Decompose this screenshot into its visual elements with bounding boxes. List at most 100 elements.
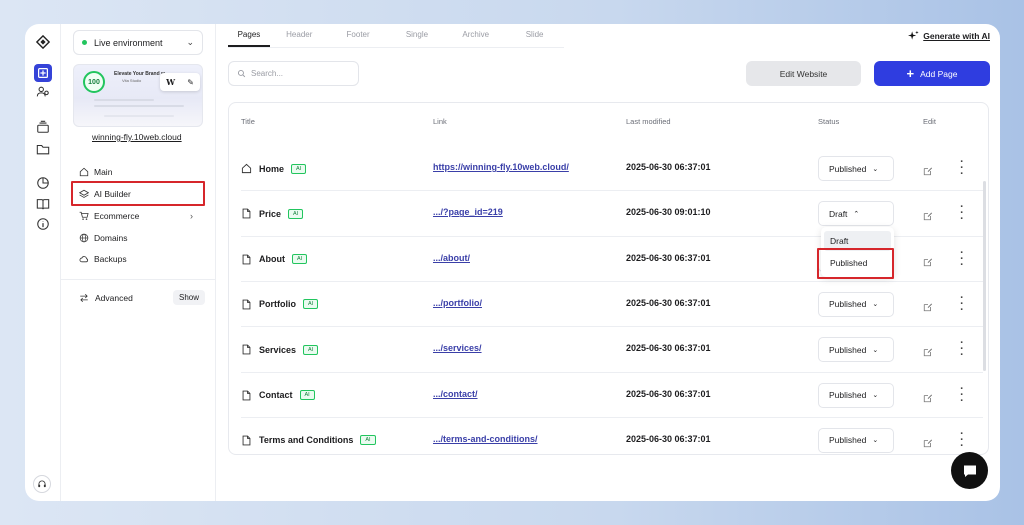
stack-icon[interactable] bbox=[34, 118, 52, 136]
page-title: Price bbox=[259, 208, 282, 219]
tab-archive[interactable]: Archive bbox=[446, 24, 505, 47]
advanced-row: Advanced Show bbox=[79, 289, 205, 306]
thumbnail-tools: W ✎ bbox=[160, 73, 200, 91]
page-link[interactable]: .../terms-and-conditions/ bbox=[433, 434, 538, 444]
status-select[interactable]: Published ⌄ bbox=[818, 382, 894, 408]
edit-icon[interactable] bbox=[923, 299, 933, 312]
status-select[interactable]: Draft ⌃ bbox=[818, 201, 894, 227]
analytics-icon[interactable] bbox=[34, 174, 52, 192]
column-header-status: Status bbox=[818, 117, 840, 126]
page-link[interactable]: .../contact/ bbox=[433, 389, 478, 399]
ai-badge: AI bbox=[288, 208, 304, 219]
page-link[interactable]: .../?page_id=219 bbox=[433, 207, 503, 217]
info-icon[interactable] bbox=[34, 215, 52, 233]
search-placeholder: Search... bbox=[251, 69, 284, 78]
page-icon bbox=[241, 208, 259, 219]
tenweb-logo-icon[interactable] bbox=[34, 33, 52, 51]
book-icon[interactable] bbox=[34, 195, 52, 213]
row-title[interactable]: Home AI bbox=[241, 146, 307, 191]
page-link[interactable]: .../services/ bbox=[433, 343, 482, 353]
environment-select[interactable]: Live environment ⌄ bbox=[73, 30, 203, 55]
more-options-icon[interactable]: · · · bbox=[959, 383, 965, 406]
advanced-show-button[interactable]: Show bbox=[172, 290, 205, 305]
tab-single[interactable]: Single bbox=[388, 24, 447, 47]
table-scrollbar[interactable] bbox=[983, 181, 986, 371]
websites-icon[interactable] bbox=[34, 64, 52, 82]
status-select[interactable]: Published ⌄ bbox=[818, 291, 894, 317]
add-page-button[interactable]: + Add Page bbox=[874, 61, 990, 86]
more-options-icon[interactable]: · · · bbox=[959, 247, 965, 270]
table-row: Terms and Conditions AI .../terms-and-cond… bbox=[241, 416, 983, 454]
row-title[interactable]: Services AI bbox=[241, 327, 319, 372]
edit-icon[interactable] bbox=[923, 344, 933, 357]
page-link[interactable]: https://winning-fly.10web.cloud/ bbox=[433, 162, 569, 172]
arrows-swap-icon bbox=[80, 293, 88, 302]
edit-website-button[interactable]: Edit Website bbox=[746, 61, 861, 86]
users-icon[interactable] bbox=[34, 83, 52, 101]
column-header-modified: Last modified bbox=[626, 117, 671, 126]
edit-icon[interactable] bbox=[923, 208, 933, 221]
status-select[interactable]: Published ⌄ bbox=[818, 427, 894, 453]
page-title: Services bbox=[259, 344, 297, 355]
last-modified: 2025-06-30 06:37:01 bbox=[626, 297, 711, 308]
table-row: Portfolio AI .../portfolio/2025-06-30 06:3… bbox=[241, 280, 983, 327]
website-thumbnail[interactable]: 100 Elevate Your Brand w Vita Studio W ✎ bbox=[73, 64, 203, 127]
row-title[interactable]: Price AI bbox=[241, 191, 304, 236]
row-title[interactable]: Contact AI bbox=[241, 373, 315, 418]
tab-footer[interactable]: Footer bbox=[329, 24, 388, 47]
last-modified: 2025-06-30 06:37:01 bbox=[626, 433, 711, 444]
ai-badge: AI bbox=[360, 435, 376, 446]
status-value: Published bbox=[829, 163, 867, 174]
page-link[interactable]: .../portfolio/ bbox=[433, 298, 482, 308]
nav-item-label: Domains bbox=[94, 233, 128, 243]
chevron-down-icon: ⌄ bbox=[872, 437, 879, 445]
sidebar-divider bbox=[61, 279, 216, 280]
support-headset-icon[interactable] bbox=[33, 475, 51, 493]
site-link[interactable]: winning-fly.10web.cloud bbox=[92, 132, 182, 142]
nav-item-domains[interactable]: Domains bbox=[79, 229, 128, 247]
row-title[interactable]: About AI bbox=[241, 237, 308, 282]
tab-slide[interactable]: Slide bbox=[505, 24, 564, 47]
more-options-icon[interactable]: · · · bbox=[959, 338, 965, 361]
status-select[interactable]: Published ⌄ bbox=[818, 337, 894, 363]
more-options-icon[interactable]: · · · bbox=[959, 202, 965, 225]
ai-badge: AI bbox=[303, 299, 319, 310]
status-value: Draft bbox=[829, 208, 848, 219]
column-header-edit: Edit bbox=[923, 117, 936, 126]
chevron-down-icon: ⌄ bbox=[872, 165, 879, 173]
chat-icon bbox=[963, 465, 976, 477]
page-link[interactable]: .../about/ bbox=[433, 253, 470, 263]
page-icon bbox=[241, 390, 259, 401]
last-modified: 2025-06-30 06:37:01 bbox=[626, 162, 711, 172]
more-options-icon[interactable]: · · · bbox=[959, 292, 965, 315]
nav-item-ecommerce[interactable]: Ecommerce › bbox=[79, 207, 193, 225]
main-content: Pages Header Footer Single Archive Slide… bbox=[216, 24, 1000, 501]
generate-with-ai-link[interactable]: Generate with AI bbox=[908, 30, 990, 41]
row-title[interactable]: Portfolio AI bbox=[241, 282, 319, 327]
tab-pages[interactable]: Pages bbox=[228, 24, 270, 47]
page-icon bbox=[241, 254, 259, 265]
edit-icon[interactable] bbox=[923, 435, 933, 447]
status-value: Published bbox=[829, 299, 867, 310]
nav-item-backups[interactable]: Backups bbox=[79, 250, 127, 268]
tab-header[interactable]: Header bbox=[270, 24, 329, 47]
plus-icon: + bbox=[906, 66, 915, 81]
row-title[interactable]: Terms and Conditions AI bbox=[241, 418, 376, 454]
edit-icon[interactable] bbox=[923, 390, 933, 402]
edit-icon[interactable] bbox=[923, 163, 933, 176]
nav-item-main[interactable]: Main bbox=[79, 163, 112, 181]
more-options-icon[interactable]: · · · bbox=[959, 428, 965, 451]
search-input[interactable]: Search... bbox=[228, 61, 359, 86]
ai-badge: AI bbox=[299, 390, 315, 400]
table-row: Contact AI .../contact/2025-06-30 06:37:01… bbox=[241, 371, 983, 418]
edit-icon[interactable] bbox=[923, 254, 933, 266]
status-select[interactable]: Published ⌄ bbox=[818, 156, 894, 181]
wordpress-icon[interactable]: W bbox=[166, 77, 175, 87]
page-title: About bbox=[259, 254, 285, 265]
chat-launcher-button[interactable] bbox=[951, 452, 988, 489]
pencil-icon[interactable]: ✎ bbox=[187, 78, 194, 87]
more-options-icon[interactable]: · · · bbox=[959, 157, 965, 180]
nav-item-label: Main bbox=[94, 167, 113, 177]
table-row: Services AI .../services/2025-06-30 06:37:… bbox=[241, 326, 983, 371]
folder-icon[interactable] bbox=[34, 140, 52, 158]
